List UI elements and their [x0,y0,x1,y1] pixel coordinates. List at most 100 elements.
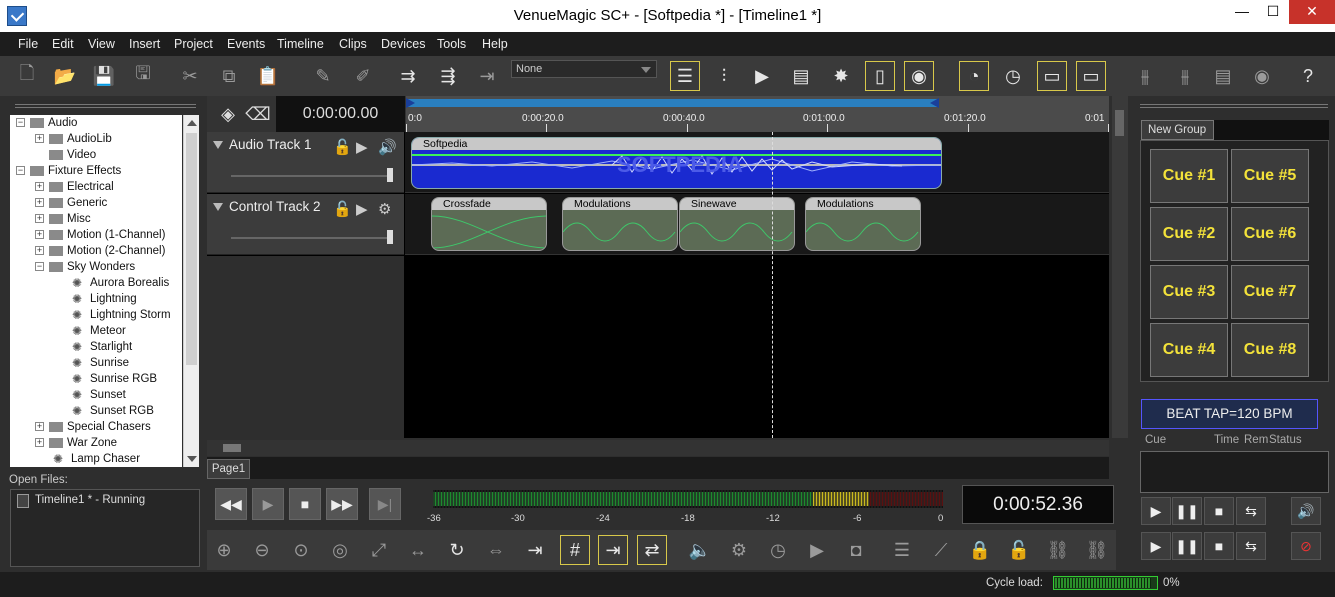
close-button[interactable]: ✕ [1289,0,1335,24]
paste-icon[interactable]: 📋 [253,61,283,91]
mixer-icon[interactable]: ⫶ [709,61,739,91]
tree-item-motion-1ch[interactable]: + Motion (1-Channel) [35,227,165,243]
menu-help[interactable]: Help [482,37,508,51]
tree-item-war-zone[interactable]: + War Zone [35,435,117,451]
cue-pause-button[interactable]: ❚❚ [1172,497,1202,525]
expand-icon[interactable]: + [35,230,44,240]
snap-right-icon[interactable]: ⇶ [433,61,463,91]
track-collapse-icon[interactable] [213,203,223,211]
lock-icon[interactable]: 🔓 [333,200,352,218]
menu-events[interactable]: Events [227,37,265,51]
stretch-icon[interactable]: ⇔ [481,535,511,565]
scroll-thumb[interactable] [186,133,197,365]
track-header-control[interactable]: Control Track 2 🔓 ▶ ⚙ [207,194,404,255]
speaker-icon[interactable]: 🔊 [378,138,397,156]
monitor-icon[interactable]: ▭ [1037,61,1067,91]
maximize-button[interactable]: ☐ [1258,0,1288,24]
cue-volume-button[interactable]: 🔊 [1291,497,1321,525]
expand-icon[interactable]: + [35,246,44,256]
time-ruler[interactable]: 0:0 0:00:20.0 0:00:40.0 0:01:00.0 0:01:2… [406,96,1109,132]
timeline-hscroll[interactable] [207,440,1109,456]
cue-loop-all-button[interactable]: ⇆ [1236,532,1266,560]
tree-item-sunrise-rgb[interactable]: ✺ Sunrise RGB [72,371,157,387]
tree-item-electrical[interactable]: + Electrical [35,179,114,195]
control-clip-crossfade[interactable]: Crossfade [431,197,547,251]
add-audio-icon[interactable]: 🔈 [685,535,715,565]
expand-icon[interactable]: + [35,422,44,432]
loop-region[interactable] [406,99,938,107]
fit-width-icon[interactable]: ↔ [403,535,433,565]
tab-page1[interactable]: Page1 [207,459,250,479]
tree-item-sky-wonders[interactable]: − Sky Wonders [35,259,135,275]
expand-icon[interactable]: + [35,198,44,208]
video-monitor-icon[interactable]: ▶ [747,61,777,91]
device-track-icon[interactable]: ⚙ [378,200,391,218]
play-track-icon[interactable]: ▶ [356,200,368,218]
menu-edit[interactable]: Edit [52,37,74,51]
camera-icon[interactable]: ◘ [841,535,871,565]
expand-icon[interactable]: + [35,182,44,192]
zoom-in-icon[interactable]: ⊕ [209,535,239,565]
scroll-thumb[interactable] [223,444,241,452]
gauge-icon[interactable]: ◔ [959,61,989,91]
snap-icon[interactable]: ⇉ [393,61,423,91]
graph-icon[interactable]: ⟋ [926,535,956,565]
open-folder-icon[interactable]: 📂 [50,61,80,91]
zoom-fit-icon[interactable]: ⊙ [286,535,316,565]
scroll-thumb[interactable] [1115,110,1124,136]
tree-item-sunset-rgb[interactable]: ✺ Sunset RGB [72,403,154,419]
col-rem[interactable]: Rem [1244,434,1268,446]
col-time[interactable]: Time [1214,434,1239,446]
track-volume-slider[interactable] [231,168,393,182]
control-track-lane[interactable]: Crossfade Modulations Sinewave Modulatio… [405,194,1109,255]
snap-to-clip-icon[interactable]: ⇥ [598,535,628,565]
timer-icon[interactable]: ◷ [998,61,1028,91]
grid-snap-icon[interactable]: # [560,535,590,565]
copy-icon[interactable]: ⧉ [214,61,244,91]
cue-play-button[interactable]: ▶ [1141,497,1171,525]
expand-icon[interactable]: + [35,438,44,448]
tree-item-audiolib[interactable]: + AudioLib [35,131,112,147]
tree-item-sunset[interactable]: ✺ Sunset [72,387,126,403]
menu-insert[interactable]: Insert [129,37,160,51]
add-timer-icon[interactable]: ◷ [763,535,793,565]
cue-disable-button[interactable]: ⊘ [1291,532,1321,560]
cue-button-1[interactable]: Cue #1 [1150,149,1228,203]
list-icon[interactable]: ☰ [887,535,917,565]
stop-button[interactable]: ■ [289,488,321,520]
new-file-icon[interactable]: 🗋 [12,61,42,91]
tree-item-video[interactable]: Video [35,147,96,163]
tree-scrollbar[interactable] [183,115,199,467]
goto-icon[interactable]: ⇥ [520,535,550,565]
cue-button-7[interactable]: Cue #7 [1231,265,1309,319]
menu-clips[interactable]: Clips [339,37,367,51]
tree-item-meteor[interactable]: ✺ Meteor [72,323,126,339]
expand-icon[interactable]: ⤢ [364,535,394,565]
next-cue-button[interactable]: ▶| [369,488,401,520]
tree-item-special-chasers[interactable]: + Special Chasers [35,419,151,435]
track-collapse-icon[interactable] [213,141,223,149]
slider-knob[interactable] [387,168,393,182]
ripple-icon[interactable]: ⇄ [637,535,667,565]
spreadsheet-icon[interactable]: ▤ [786,61,816,91]
audio-track-lane[interactable]: Softpedia SOFTPEDIA [405,132,1109,193]
sheet-icon[interactable]: ▤ [1208,61,1238,91]
open-file-item[interactable]: Timeline1 * - Running [35,494,145,506]
clip-select-dropdown[interactable]: None [511,60,657,78]
cue-play-all-button[interactable]: ▶ [1141,532,1171,560]
cue-button-6[interactable]: Cue #6 [1231,207,1309,261]
eraser-icon[interactable]: ⌫ [243,99,273,129]
lock-icon[interactable]: 🔒 [965,535,995,565]
add-device-icon[interactable]: ⚙ [724,535,754,565]
track-header-audio[interactable]: Audio Track 1 🔓 ▶ 🔊 [207,132,404,193]
collapse-icon[interactable]: − [35,262,44,272]
control-clip-modulations[interactable]: Modulations [562,197,678,251]
tree-item-sunrise[interactable]: ✺ Sunrise [72,355,129,371]
tree-item-lightning[interactable]: ✺ Lightning [72,291,137,307]
tree-item-misc[interactable]: + Misc [35,211,91,227]
save-icon[interactable]: 💾 [89,61,119,91]
menu-file[interactable]: File [18,37,38,51]
drum-icon[interactable]: ◉ [904,61,934,91]
tree-item-generic[interactable]: + Generic [35,195,107,211]
unlock-icon[interactable]: 🔓 [1004,535,1034,565]
